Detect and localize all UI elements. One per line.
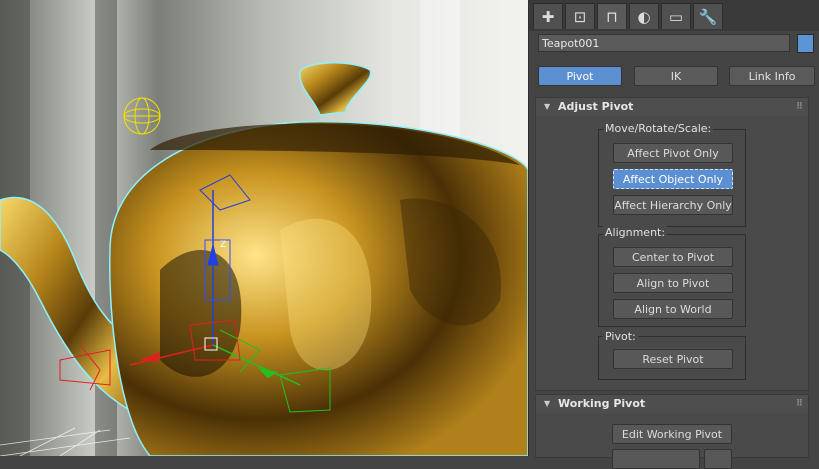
working-pivot-title: Working Pivot bbox=[558, 397, 646, 410]
affect-object-only-button[interactable]: Affect Object Only bbox=[613, 169, 733, 189]
drag-grip-icon[interactable]: ⠿ bbox=[796, 98, 803, 116]
working-pivot-small-button[interactable] bbox=[704, 449, 732, 469]
create-icon: ✚ bbox=[541, 7, 555, 26]
display-tab[interactable]: ▭ bbox=[661, 3, 691, 29]
working-pivot-header[interactable]: ▼ Working Pivot ⠿ bbox=[536, 395, 808, 413]
move-rotate-scale-label: Move/Rotate/Scale: bbox=[603, 122, 714, 135]
edit-working-pivot-button[interactable]: Edit Working Pivot bbox=[612, 424, 732, 444]
center-to-pivot-button[interactable]: Center to Pivot bbox=[613, 247, 733, 267]
modify-icon: ⊡ bbox=[573, 7, 587, 26]
object-color-swatch[interactable] bbox=[797, 34, 814, 53]
command-panel-tabs: ✚ ⊡ ⊓ ◐ ▭ 🔧 bbox=[529, 0, 819, 31]
align-to-world-button[interactable]: Align to World bbox=[613, 299, 733, 319]
hierarchy-tab[interactable]: ⊓ bbox=[597, 3, 627, 29]
adjust-pivot-rollout: ▼ Adjust Pivot ⠿ Move/Rotate/Scale: Affe… bbox=[535, 97, 809, 391]
pivot-button[interactable]: Pivot bbox=[538, 66, 622, 86]
gizmo-z-label: Z bbox=[220, 240, 226, 250]
display-icon: ▭ bbox=[668, 7, 684, 26]
pivot-group-label: Pivot: bbox=[603, 330, 638, 343]
motion-icon: ◐ bbox=[637, 7, 651, 26]
adjust-pivot-header[interactable]: ▼ Adjust Pivot ⠿ bbox=[536, 98, 808, 116]
working-pivot-extra-button[interactable] bbox=[612, 449, 700, 469]
modify-tab[interactable]: ⊡ bbox=[565, 3, 595, 29]
3d-viewport[interactable]: Z bbox=[0, 0, 528, 456]
create-tab[interactable]: ✚ bbox=[533, 3, 563, 29]
command-panel: ✚ ⊡ ⊓ ◐ ▭ 🔧 Teapot001 Pivot IK Link Info… bbox=[528, 0, 819, 469]
working-pivot-rollout: ▼ Working Pivot ⠿ Edit Working Pivot bbox=[535, 394, 809, 469]
alignment-label: Alignment: bbox=[603, 226, 668, 239]
drag-grip-icon[interactable]: ⠿ bbox=[796, 395, 803, 413]
link-info-button[interactable]: Link Info bbox=[729, 66, 815, 86]
object-name-field[interactable]: Teapot001 bbox=[538, 34, 790, 52]
collapse-arrow-icon: ▼ bbox=[544, 399, 551, 408]
hierarchy-icon: ⊓ bbox=[606, 7, 618, 26]
utilities-tab[interactable]: 🔧 bbox=[693, 3, 723, 29]
affect-pivot-only-button[interactable]: Affect Pivot Only bbox=[613, 143, 733, 163]
ik-button[interactable]: IK bbox=[634, 66, 718, 86]
reset-pivot-button[interactable]: Reset Pivot bbox=[613, 349, 733, 369]
utilities-icon: 🔧 bbox=[698, 7, 718, 26]
adjust-pivot-title: Adjust Pivot bbox=[558, 100, 634, 113]
affect-hierarchy-only-button[interactable]: Affect Hierarchy Only bbox=[613, 195, 733, 215]
collapse-arrow-icon: ▼ bbox=[544, 102, 551, 111]
viewport-scene: Z bbox=[0, 0, 528, 456]
motion-tab[interactable]: ◐ bbox=[629, 3, 659, 29]
align-to-pivot-button[interactable]: Align to Pivot bbox=[613, 273, 733, 293]
